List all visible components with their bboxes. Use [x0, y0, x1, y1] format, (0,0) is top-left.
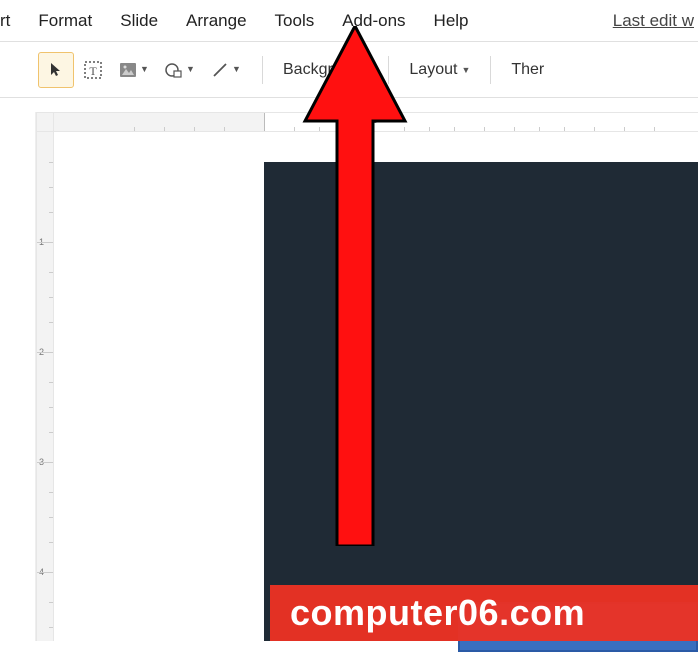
chevron-down-icon: ▼ — [140, 64, 149, 74]
shape-icon — [165, 61, 183, 79]
chevron-down-icon: ▼ — [186, 64, 195, 74]
background-button[interactable]: Background — [271, 55, 380, 85]
slide-canvas-area[interactable] — [54, 132, 698, 641]
menu-format[interactable]: Format — [24, 3, 106, 39]
line-tool[interactable]: ▼ — [204, 53, 248, 87]
image-icon — [119, 62, 137, 78]
slide[interactable] — [264, 162, 698, 641]
menu-slide[interactable]: Slide — [106, 3, 172, 39]
line-icon — [211, 61, 229, 79]
menu-insert[interactable]: rt — [0, 3, 24, 39]
menu-arrange[interactable]: Arrange — [172, 3, 260, 39]
chevron-down-icon: ▼ — [461, 65, 470, 75]
menu-bar: rt Format Slide Arrange Tools Add-ons He… — [0, 0, 698, 42]
svg-text:T: T — [89, 64, 97, 78]
select-tool[interactable] — [38, 52, 74, 88]
watermark-text: computer06.com — [290, 592, 585, 634]
menu-tools[interactable]: Tools — [261, 3, 329, 39]
background-label: Background — [283, 61, 368, 79]
menu-help[interactable]: Help — [420, 3, 483, 39]
image-tool[interactable]: ▼ — [112, 53, 156, 87]
horizontal-ruler[interactable]: 1 — [54, 112, 698, 132]
separator — [490, 56, 491, 84]
theme-label: Ther — [511, 61, 544, 79]
menu-addons[interactable]: Add-ons — [328, 3, 419, 39]
chevron-down-icon: ▼ — [232, 64, 241, 74]
separator — [262, 56, 263, 84]
layout-label: Layout — [409, 61, 457, 79]
cursor-icon — [48, 62, 64, 78]
textbox-icon: T — [83, 60, 103, 80]
thumbnail-rail[interactable] — [0, 112, 36, 641]
textbox-tool[interactable]: T — [76, 53, 110, 87]
toolbar: T ▼ ▼ ▼ Background Layout ▼ Ther — [0, 42, 698, 98]
shape-tool[interactable]: ▼ — [158, 53, 202, 87]
separator — [388, 56, 389, 84]
ruler-corner — [36, 112, 54, 132]
last-edit-link[interactable]: Last edit w — [599, 3, 694, 39]
layout-button[interactable]: Layout ▼ — [397, 55, 482, 85]
workspace: 1 1 2 3 4 — [0, 98, 698, 641]
vertical-ruler[interactable]: 1 2 3 4 — [36, 132, 54, 641]
theme-button[interactable]: Ther — [499, 55, 556, 85]
watermark: computer06.com — [270, 585, 698, 641]
ruler-label: 1 — [371, 115, 377, 126]
